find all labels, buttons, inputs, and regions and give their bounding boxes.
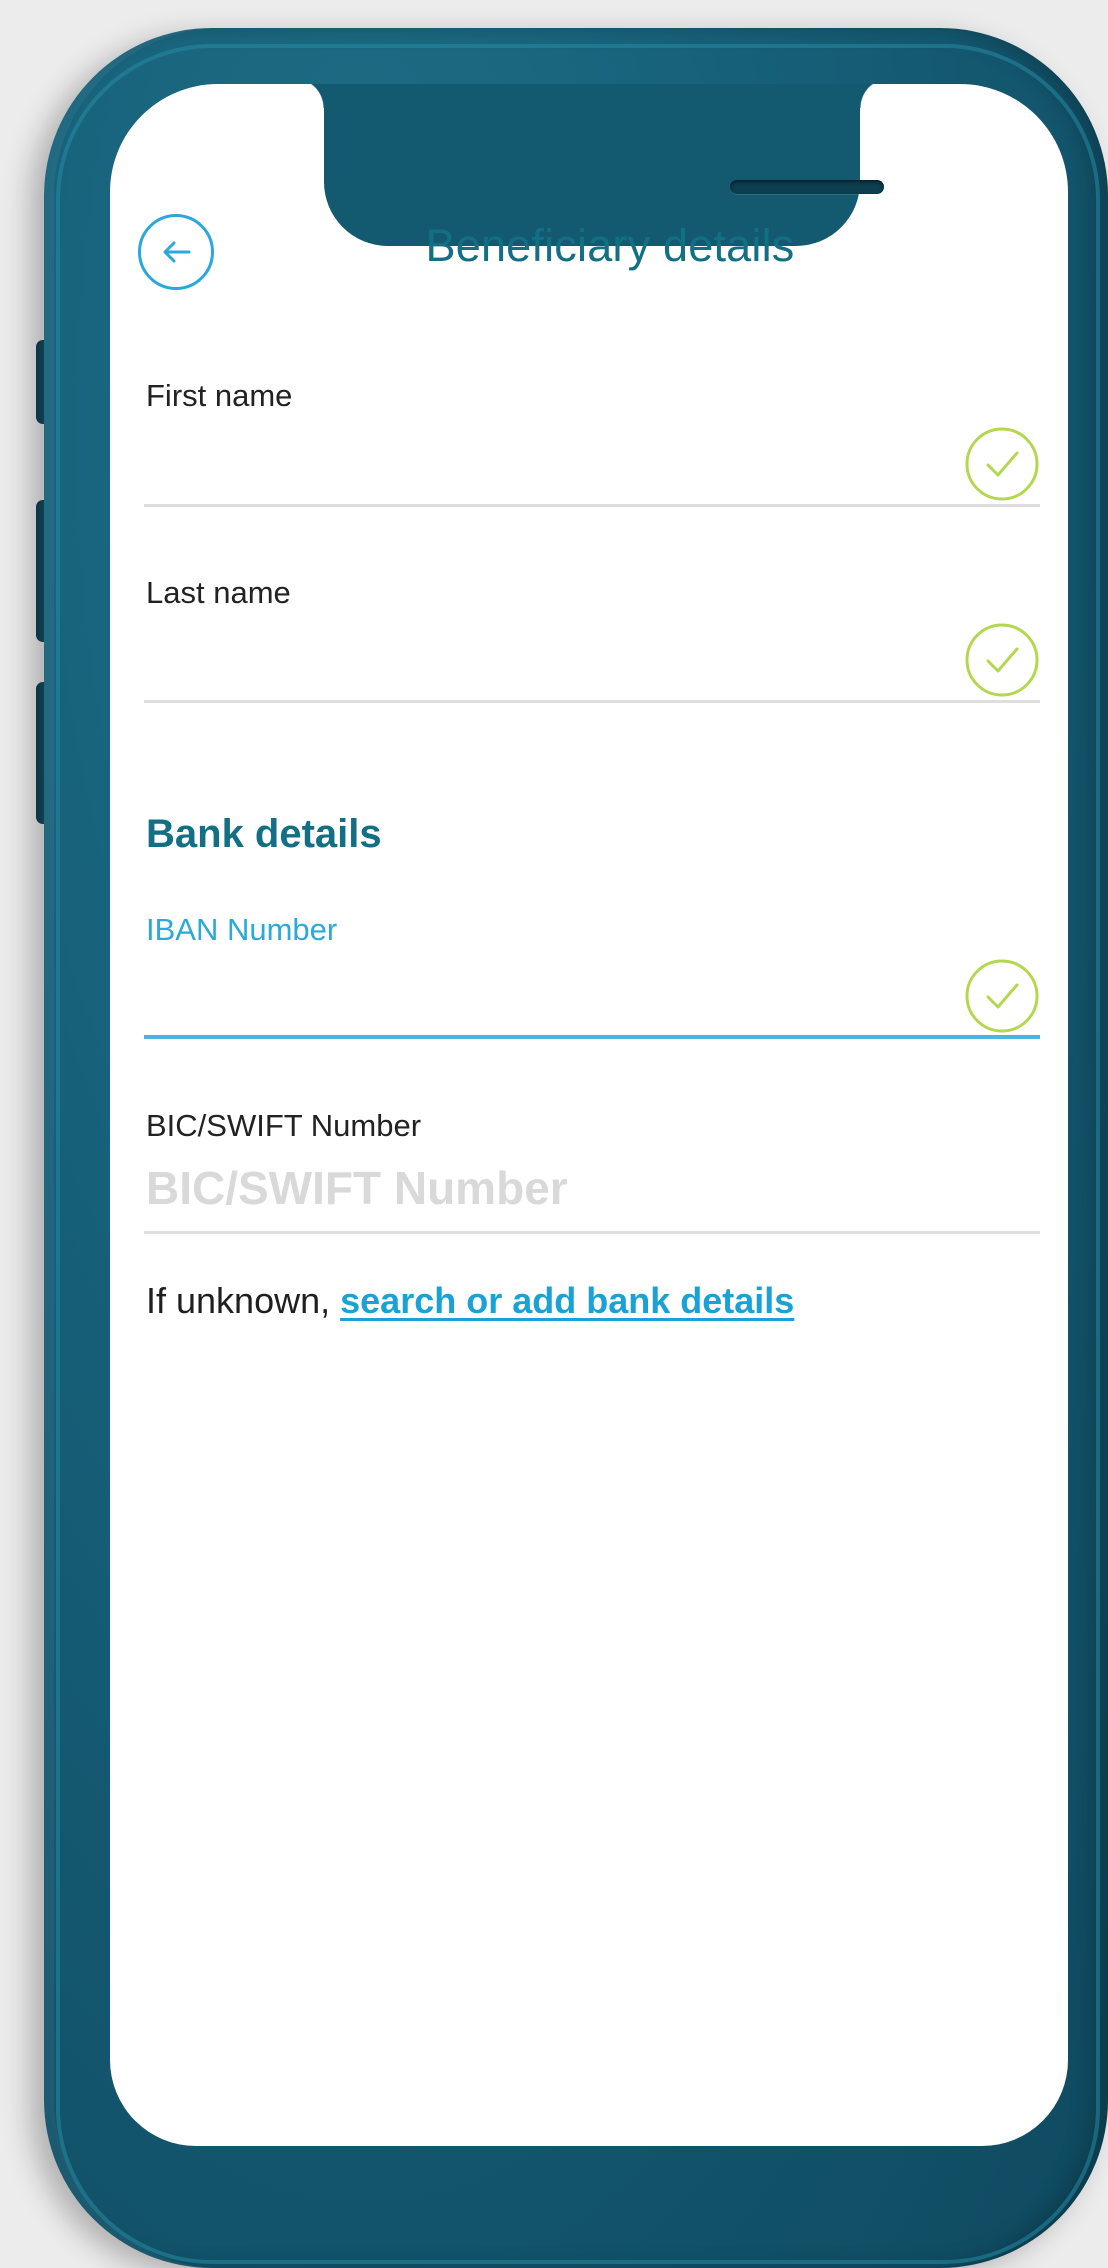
bic-swift-field[interactable] — [146, 1160, 1036, 1216]
first-name-field[interactable] — [146, 436, 1036, 492]
bank-help-text: If unknown, search or add bank details — [146, 1280, 794, 1322]
iban-label: IBAN Number — [146, 912, 338, 947]
last-name-label: Last name — [146, 575, 291, 610]
iban-divider-active — [144, 1035, 1040, 1039]
help-prefix: If unknown, — [146, 1280, 341, 1321]
bic-swift-divider — [144, 1231, 1040, 1234]
speaker-grille — [730, 180, 884, 194]
search-bank-details-link[interactable]: search or add bank details — [340, 1280, 794, 1321]
last-name-field[interactable] — [146, 632, 1036, 688]
bic-swift-label: BIC/SWIFT Number — [146, 1108, 422, 1143]
check-circle-icon — [965, 427, 1039, 501]
page-title: Beneficiary details — [425, 220, 795, 271]
first-name-label: First name — [146, 378, 293, 413]
first-name-divider — [144, 504, 1040, 507]
iban-field[interactable] — [146, 968, 1036, 1024]
check-circle-icon — [965, 959, 1039, 1033]
back-button[interactable] — [138, 214, 214, 290]
bank-details-heading: Bank details — [146, 812, 382, 856]
arrow-left-circle-icon — [163, 241, 191, 263]
last-name-divider — [144, 700, 1040, 703]
check-circle-icon — [965, 623, 1039, 697]
